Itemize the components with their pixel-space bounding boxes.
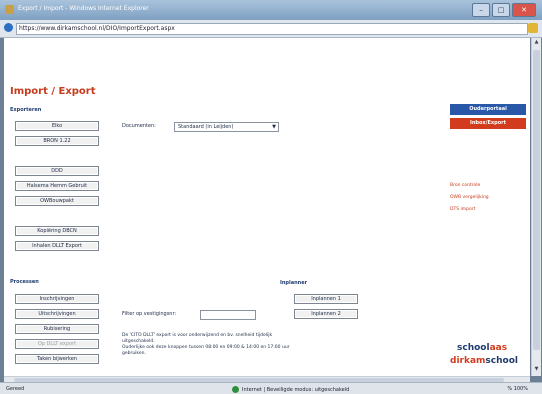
page-content: Import / Export Exporteren Elko BRON 1.2… — [4, 38, 530, 376]
browser-app-icon — [5, 5, 14, 14]
info-note: De 'CITO DLLT' export is voor onderwijze… — [122, 333, 290, 357]
favorites-icon[interactable] — [528, 23, 538, 33]
status-text: Gereed — [6, 386, 25, 392]
process-inschrijvingen-button[interactable]: Inschrijvingen — [15, 294, 99, 304]
address-bar: https://www.dirkamschool.nl/DIO/ImportEx… — [0, 20, 542, 38]
info-note-line-2: Ouderlijke ook deze knoppen tussen 08:00… — [122, 345, 290, 356]
close-button[interactable]: ✕ — [512, 3, 536, 17]
process-dllt-export-button[interactable]: Op DLLT export — [15, 339, 99, 349]
documenten-selected: Standaard (in Leijden) — [178, 124, 234, 130]
security-zone: Internet | Beveiligde modus: uitgeschake… — [232, 386, 349, 393]
documenten-select[interactable]: Standaard (in Leijden) ▼ — [174, 122, 279, 132]
documenten-label: Documenten: — [122, 123, 156, 129]
filter-label: Filter op vestigingsnr: — [122, 311, 177, 317]
inplanner-label: Inplanner — [280, 280, 308, 286]
export-inhalen-button[interactable]: Inhalen DLLT Export — [15, 241, 99, 251]
chevron-down-icon: ▼ — [272, 124, 276, 130]
scroll-up-icon[interactable]: ▲ — [533, 39, 540, 47]
vertical-scroll-thumb[interactable] — [533, 50, 540, 350]
window-titlebar: Export / Import - Windows Internet Explo… — [0, 0, 542, 20]
export-elko-button[interactable]: Elko — [15, 121, 99, 131]
url-field[interactable]: https://www.dirkamschool.nl/DIO/ImportEx… — [16, 23, 528, 35]
info-note-line-1: De 'CITO DLLT' export is voor onderwijze… — [122, 333, 273, 344]
inbox-export-button[interactable]: Inbox/Export — [450, 118, 526, 129]
window-controls: – □ ✕ — [472, 3, 536, 17]
export-bron-button[interactable]: BRON 1.22 — [15, 136, 99, 146]
process-taken-bijwerken-button[interactable]: Taken bijwerken — [15, 354, 99, 364]
logo-line1-a: school — [457, 343, 490, 353]
filter-input[interactable] — [200, 310, 256, 320]
window-title: Export / Import - Windows Internet Explo… — [18, 5, 149, 12]
vertical-scrollbar[interactable]: ▲ ▼ — [531, 38, 541, 376]
export-kopiering-button[interactable]: Kopiëring DBCN — [15, 226, 99, 236]
process-rubisering-button[interactable]: Rubisering — [15, 324, 99, 334]
export-owbouwpakt-button[interactable]: OWBouwpakt — [15, 196, 99, 206]
logo-line1-b: aas — [489, 343, 508, 353]
process-uitschrijvingen-button[interactable]: Uitschrijvingen — [15, 309, 99, 319]
owb-vergelijking-link[interactable]: OWB vergelijking — [450, 195, 489, 200]
logo-line2-a: dirkam — [450, 356, 486, 366]
inplannen-2-button[interactable]: Inplannen 2 — [294, 309, 358, 319]
zoom-level[interactable]: % 100% — [507, 386, 528, 392]
logo-line2-b: school — [485, 356, 518, 366]
schoolaas-logo: schoolaas — [457, 343, 507, 353]
dts-import-link[interactable]: DTS import — [450, 207, 475, 212]
page-title: Import / Export — [10, 86, 96, 97]
browser-icon — [4, 23, 13, 32]
export-ddd-button[interactable]: DDD — [15, 166, 99, 176]
security-zone-text: Internet | Beveiligde modus: uitgeschake… — [242, 386, 350, 393]
dirkamschool-logo: dirkamschool — [450, 356, 518, 366]
ouderportaal-button[interactable]: Ouderportaal — [450, 104, 526, 115]
processen-label: Processen — [10, 279, 39, 285]
maximize-button[interactable]: □ — [492, 3, 510, 17]
scroll-down-icon[interactable]: ▼ — [533, 366, 540, 374]
status-bar: Gereed Internet | Beveiligde modus: uitg… — [0, 382, 542, 394]
exporteren-label: Exporteren — [10, 107, 42, 113]
export-halsema-button[interactable]: Halsema Hemm Gebruit — [15, 181, 99, 191]
globe-icon — [232, 386, 239, 393]
minimize-button[interactable]: – — [472, 3, 490, 17]
bron-controle-link[interactable]: Bron controle — [450, 183, 480, 188]
inplannen-1-button[interactable]: Inplannen 1 — [294, 294, 358, 304]
